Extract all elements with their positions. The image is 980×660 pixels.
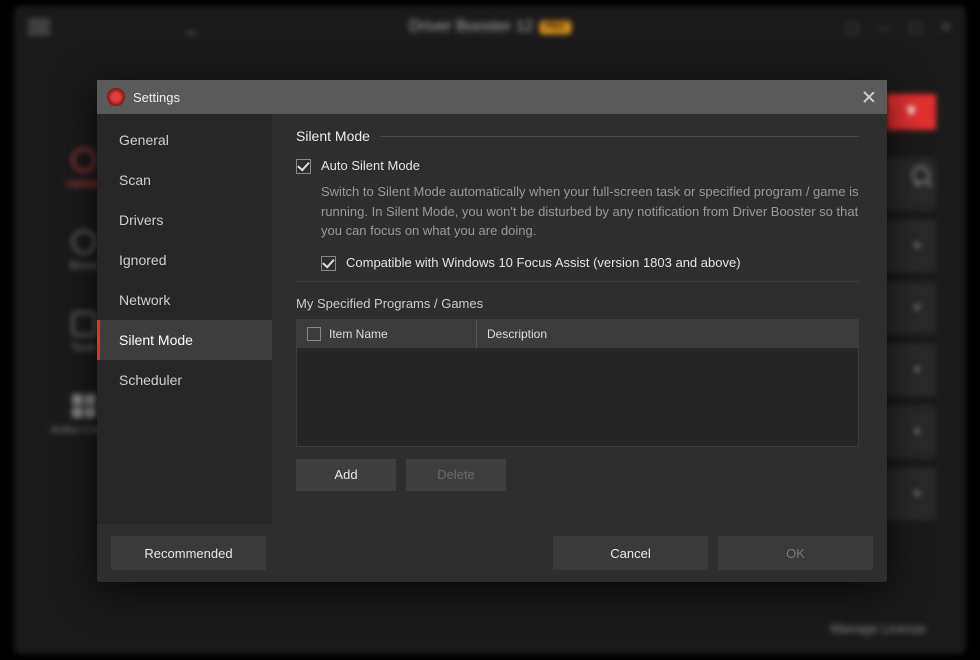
- settings-content: Silent Mode Auto Silent Mode Switch to S…: [272, 114, 887, 524]
- nav-silent-mode[interactable]: Silent Mode: [97, 320, 272, 360]
- chevron-down-icon: ▼: [912, 365, 922, 376]
- side-item-boost[interactable]: Boost: [70, 230, 98, 272]
- focus-assist-label: Compatible with Windows 10 Focus Assist …: [346, 255, 741, 270]
- auto-silent-checkbox[interactable]: [296, 159, 311, 174]
- nav-network[interactable]: Network: [97, 280, 272, 320]
- cancel-button[interactable]: Cancel: [553, 536, 708, 570]
- nav-general[interactable]: General: [97, 120, 272, 160]
- nav-ignored[interactable]: Ignored: [97, 240, 272, 280]
- delete-button[interactable]: Delete: [406, 459, 506, 491]
- app-logo-icon: [107, 88, 125, 106]
- manage-license-link[interactable]: Manage License: [831, 621, 926, 636]
- ok-button[interactable]: OK: [718, 536, 873, 570]
- settings-nav: General Scan Drivers Ignored Network Sil…: [97, 114, 272, 524]
- main-titlebar: Driver Booster 12 PRO ▢ — ▢ ✕: [14, 6, 966, 48]
- dialog-title: Settings: [133, 90, 180, 105]
- add-button[interactable]: Add: [296, 459, 396, 491]
- chevron-down-icon: ▼: [912, 241, 922, 252]
- table-header: Item Name Description: [297, 320, 858, 348]
- divider: [380, 136, 859, 137]
- focus-assist-checkbox[interactable]: [321, 256, 336, 271]
- edition-badge: PRO: [539, 21, 571, 34]
- nav-drivers[interactable]: Drivers: [97, 200, 272, 240]
- back-icon[interactable]: ←: [184, 20, 202, 41]
- auto-silent-label: Auto Silent Mode: [321, 158, 420, 173]
- action-center-icon: [72, 394, 96, 418]
- minimize-icon[interactable]: —: [877, 19, 891, 36]
- auto-silent-description: Switch to Silent Mode automatically when…: [321, 182, 859, 241]
- programs-section-label: My Specified Programs / Games: [296, 296, 859, 311]
- close-icon[interactable]: [861, 89, 877, 105]
- col-description: Description: [487, 327, 547, 341]
- programs-table: Item Name Description: [296, 319, 859, 447]
- settings-dialog: Settings General Scan Drivers Ignored Ne…: [97, 80, 887, 582]
- side-item-tools[interactable]: Tools: [71, 312, 97, 354]
- tools-icon: [72, 312, 96, 336]
- dialog-footer: Recommended Cancel OK: [97, 524, 887, 582]
- hamburger-icon[interactable]: [28, 20, 50, 34]
- search-icon[interactable]: [912, 166, 930, 184]
- feedback-icon[interactable]: ▢: [846, 19, 859, 36]
- boost-icon: [72, 230, 96, 254]
- close-app-icon[interactable]: ✕: [940, 19, 952, 36]
- app-title: Driver Booster 12: [409, 18, 534, 36]
- chevron-down-icon: ▼: [912, 427, 922, 438]
- maximize-icon[interactable]: ▢: [909, 19, 922, 36]
- divider: [296, 281, 859, 282]
- nav-scan[interactable]: Scan: [97, 160, 272, 200]
- dialog-titlebar: Settings: [97, 80, 887, 114]
- section-title: Silent Mode: [296, 128, 370, 144]
- nav-scheduler[interactable]: Scheduler: [97, 360, 272, 400]
- update-icon: [72, 148, 96, 172]
- recommended-button[interactable]: Recommended: [111, 536, 266, 570]
- chevron-down-icon: ▼: [912, 489, 922, 500]
- select-all-checkbox[interactable]: [307, 327, 321, 341]
- chevron-down-icon: ▼: [912, 303, 922, 314]
- primary-action-button[interactable]: ▼: [886, 94, 936, 130]
- col-item-name: Item Name: [329, 327, 388, 341]
